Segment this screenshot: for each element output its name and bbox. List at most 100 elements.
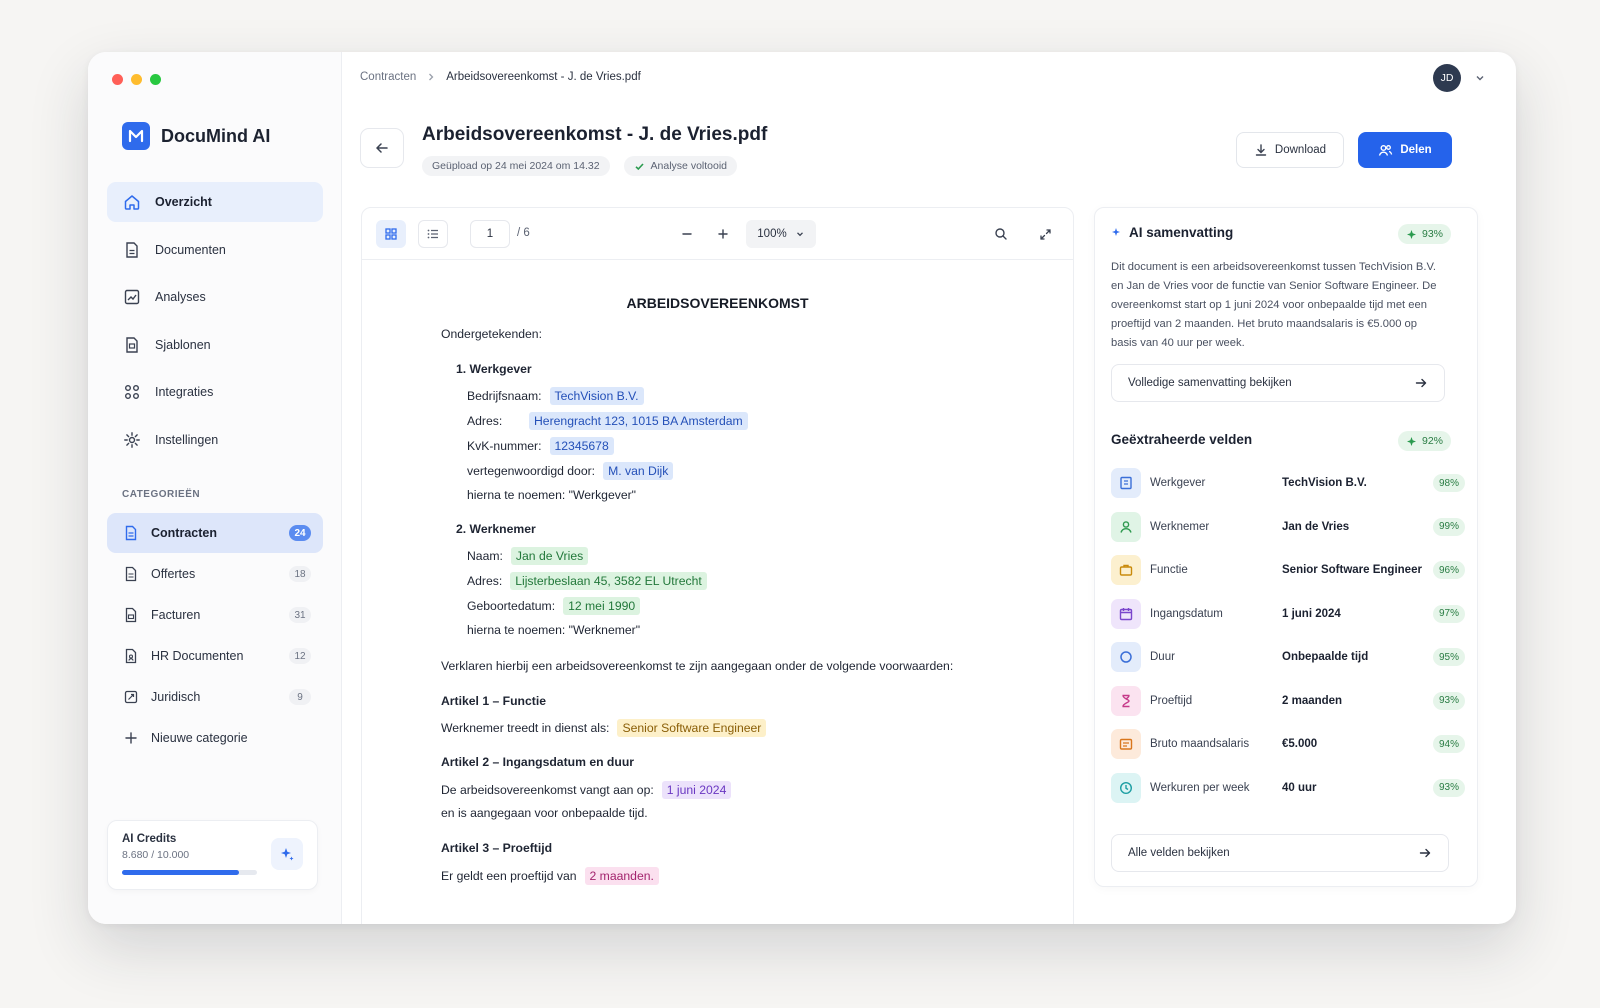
highlight-employer-representative[interactable]: M. van Dijk: [603, 462, 674, 480]
maximize-window-button[interactable]: [150, 74, 161, 85]
category-item-hr-documenten[interactable]: HR Documenten 12: [107, 636, 323, 676]
extracted-field-row[interactable]: Bruto maandsalaris €5.000 94%: [1111, 729, 1465, 759]
nav-label: Integraties: [155, 385, 214, 399]
zoom-out-button[interactable]: [672, 220, 702, 248]
document-page: ARBEIDSOVEREENKOMST Ondergetekenden: 1. …: [362, 261, 1073, 924]
extracted-field-row[interactable]: Werkuren per week 40 uur 93%: [1111, 772, 1465, 803]
field-label: Bruto maandsalaris: [1150, 738, 1250, 750]
field-value: 2 maanden: [1282, 694, 1343, 707]
article-title-text: Artikel 1 – Functie: [441, 694, 546, 708]
chevron-down-icon[interactable]: [1474, 72, 1486, 84]
avatar[interactable]: JD: [1433, 64, 1461, 92]
category-label: Contracten: [151, 526, 217, 540]
view-all-fields-button[interactable]: Alle velden bekijken: [1111, 834, 1449, 872]
count-badge: 18: [289, 566, 311, 582]
nav-item-sjablonen[interactable]: Sjablonen: [107, 325, 323, 365]
nav-item-documenten[interactable]: Documenten: [107, 230, 323, 270]
nav-label: Sjablonen: [155, 337, 211, 352]
new-category-label: Nieuwe categorie: [151, 731, 248, 745]
highlight-employer-name[interactable]: TechVision B.V.: [549, 387, 644, 405]
article-text: De arbeidsovereenkomst vangt aan op:: [441, 783, 654, 797]
highlight-probation[interactable]: 2 maanden.: [584, 867, 659, 885]
plus-icon: [125, 732, 137, 744]
upload-date: Geüpload op 24 mei 2024 om 14.32: [432, 160, 600, 172]
breadcrumb-link[interactable]: Contracten: [360, 71, 416, 83]
fullscreen-button[interactable]: [1030, 220, 1060, 248]
nav-item-analyses[interactable]: Analyses: [107, 277, 323, 317]
employee-birthdate-line: Geboortedatum: 12 mei 1990: [467, 597, 641, 615]
extracted-field-row[interactable]: Werknemer Jan de Vries 99%: [1111, 511, 1465, 542]
new-category-button[interactable]: Nieuwe categorie: [107, 718, 323, 758]
highlight-employee-address[interactable]: Lijsterbeslaan 45, 3582 EL Utrecht: [510, 572, 707, 590]
category-label: Facturen: [151, 608, 201, 622]
invoice-icon: [125, 607, 137, 623]
field-value: €5.000: [1282, 738, 1318, 750]
download-label: Download: [1274, 144, 1327, 156]
article-text: en is aangegaan voor onbepaalde tijd.: [441, 806, 648, 820]
app-window: DocuMind AI Overzicht Documenten Analyse…: [88, 52, 1516, 924]
arrow-right-icon: [1415, 378, 1427, 388]
sparkle-icon: [1406, 229, 1416, 239]
document-icon: [125, 566, 137, 582]
sparkle-icon: [1112, 227, 1120, 236]
view-all-fields-label: Alle velden bekijken: [1128, 847, 1230, 859]
article-title-text: Artikel 2 – Ingangsdatum en duur: [441, 755, 635, 769]
nav-item-overzicht[interactable]: Overzicht: [107, 182, 323, 222]
search-button[interactable]: [986, 220, 1016, 248]
zoom-in-button[interactable]: [708, 220, 738, 248]
download-button[interactable]: Download: [1236, 132, 1344, 168]
back-button[interactable]: [360, 128, 404, 168]
highlight-employer-address[interactable]: Herengracht 123, 1015 BA Amsterdam: [529, 412, 748, 430]
view-full-summary-button[interactable]: Volledige samenvatting bekijken: [1111, 364, 1445, 402]
employee-name-line: Naam: Jan de Vries: [467, 547, 589, 565]
status-badge: Analyse voltooid: [623, 156, 738, 176]
highlight-employee-birthdate[interactable]: 12 mei 1990: [563, 597, 641, 615]
article-text: Er geldt een proeftijd van: [441, 869, 577, 883]
extracted-field-row[interactable]: Werkgever TechVision B.V. 98%: [1111, 468, 1465, 498]
close-window-button[interactable]: [112, 74, 123, 85]
highlight-employee-name[interactable]: Jan de Vries: [510, 547, 589, 565]
analysis-panel: AI samenvatting 93% Dit document is een …: [1094, 207, 1478, 887]
logo-icon: [122, 122, 150, 150]
category-item-offertes[interactable]: Offertes 18: [107, 554, 323, 594]
category-item-juridisch[interactable]: Juridisch 9: [107, 677, 323, 717]
field-label: Functie: [1150, 564, 1188, 576]
page-number-input[interactable]: 1: [470, 220, 510, 248]
confidence-badge: 96%: [1432, 561, 1465, 579]
employer-heading: 1. Werkgever: [456, 362, 532, 376]
category-item-facturen[interactable]: Facturen 31: [107, 595, 323, 635]
grid-view-button[interactable]: [376, 220, 406, 248]
nav-item-integraties[interactable]: Integraties: [107, 372, 323, 412]
nav-item-instellingen[interactable]: Instellingen: [107, 420, 323, 460]
share-button[interactable]: Delen: [1358, 132, 1452, 168]
field-label: Werkgever: [1150, 477, 1206, 489]
sparkle-button[interactable]: [271, 838, 303, 870]
confidence-badge: 94%: [1432, 735, 1465, 753]
extracted-field-row[interactable]: Duur Onbepaalde tijd 95%: [1111, 642, 1465, 672]
breadcrumb: Contracten Arbeidsovereenkomst - J. de V…: [360, 71, 641, 83]
extracted-field-row[interactable]: Proeftijd 2 maanden 93%: [1111, 685, 1465, 716]
highlight-function[interactable]: Senior Software Engineer: [617, 719, 767, 737]
signatories-line: Ondergetekenden:: [441, 327, 542, 341]
employer-alias-line: hierna te noemen: "Werkgever": [467, 488, 636, 502]
document-icon: [126, 241, 138, 258]
minimize-window-button[interactable]: [131, 74, 142, 85]
category-label: HR Documenten: [151, 649, 244, 663]
wallet-icon: [1111, 729, 1141, 759]
extracted-field-row[interactable]: Functie Senior Software Engineer 96%: [1111, 555, 1465, 585]
list-view-button[interactable]: [418, 220, 448, 248]
highlight-start-date[interactable]: 1 juni 2024: [661, 781, 732, 799]
field-label: vertegenwoordigd door:: [467, 464, 596, 478]
integrations-icon: [125, 385, 139, 399]
summary-title-text: AI samenvatting: [1129, 225, 1234, 240]
brand[interactable]: DocuMind AI: [122, 122, 270, 150]
briefcase-icon: [1111, 555, 1141, 585]
category-item-contracten[interactable]: Contracten 24: [107, 513, 323, 553]
zoom-select[interactable]: 100%: [746, 220, 816, 248]
nav-label: Analyses: [155, 290, 206, 304]
users-icon: [1379, 144, 1393, 156]
page-title: Arbeidsovereenkomst - J. de Vries.pdf: [422, 124, 768, 145]
highlight-employer-kvk[interactable]: 12345678: [549, 437, 614, 455]
extracted-field-row[interactable]: Ingangsdatum 1 juni 2024 97%: [1111, 598, 1465, 629]
list-icon: [427, 229, 438, 239]
